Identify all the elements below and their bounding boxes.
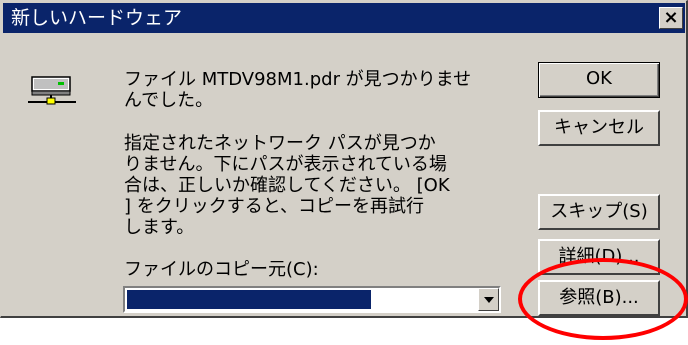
copy-source-label: ファイルのコピー元(C): (124, 259, 319, 280)
copy-source-combo[interactable] (123, 286, 501, 313)
cancel-button[interactable]: キャンセル (538, 110, 660, 146)
error-message: ファイル MTDV98M1.pdr が見つかりませ んでした。 (124, 69, 472, 111)
network-device-icon (28, 76, 76, 105)
path-message: 指定されたネットワーク パスが見つか りません。下にパスが表示されている場 合は… (124, 133, 450, 238)
skip-button[interactable]: スキップ(S) (538, 194, 660, 230)
close-button[interactable]: × (659, 7, 683, 29)
highlight-circle (518, 258, 688, 340)
ok-button[interactable]: OK (538, 62, 660, 98)
window-title: 新しいハードウェア (11, 7, 183, 29)
dropdown-button[interactable] (478, 288, 499, 311)
chevron-down-icon (484, 297, 494, 303)
title-bar: 新しいハードウェア × (3, 3, 685, 33)
copy-source-selection[interactable] (127, 290, 371, 309)
